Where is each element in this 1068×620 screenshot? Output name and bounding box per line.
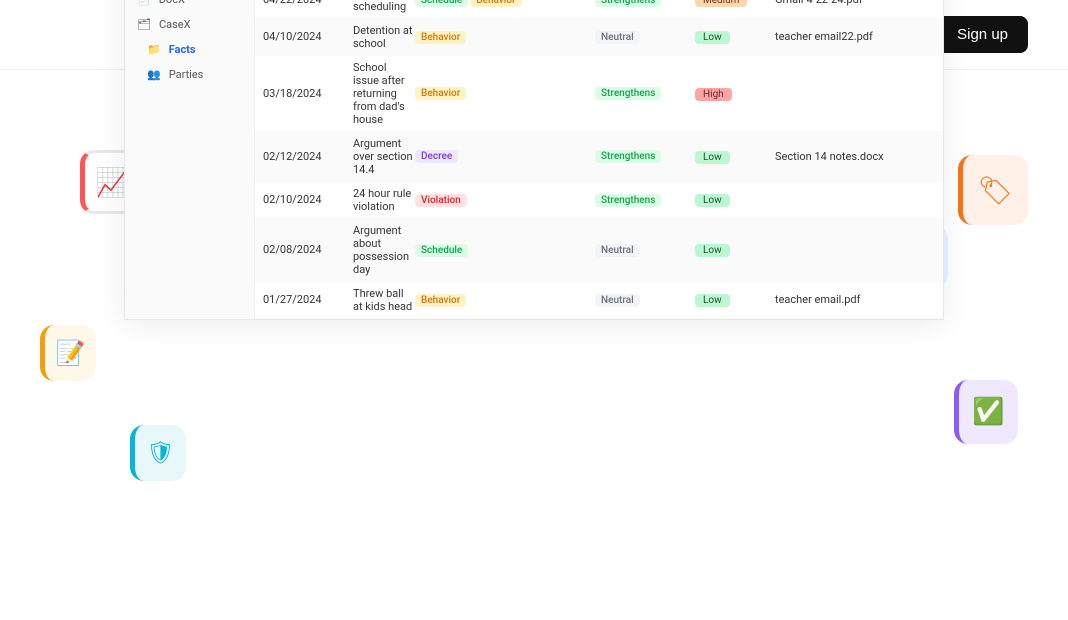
cell-sentiment: Strengthens	[595, 193, 695, 207]
table-row: 02/10/2024 24 hour rule violation Violat…	[255, 182, 943, 219]
cell-priority: Low	[695, 30, 775, 43]
cell-date: 02/08/2024	[263, 243, 353, 256]
cell-file: teacher email.pdf	[775, 293, 935, 306]
sidebar-label-casex: CaseX	[159, 18, 191, 31]
sidebar-item-casex[interactable]: 🗂 CaseX	[125, 12, 254, 37]
cell-title: School issue after returning from dad's …	[353, 61, 415, 126]
sidebar-label-facts: Facts	[169, 43, 196, 56]
cell-title: Detention at school	[353, 24, 415, 50]
cell-tags: Decree	[415, 149, 595, 163]
cell-file: teacher email22.pdf	[775, 30, 935, 43]
cell-priority: Low	[695, 293, 775, 306]
sidebar-label-docx: DocX	[159, 0, 185, 6]
db-layout: MENU 💬 MessageX 🔖 AdvisorX 📄 DocX 🗂 Case…	[125, 0, 943, 319]
cell-date: 04/22/2024	[263, 0, 353, 6]
cell-title: Threw ball at kids head	[353, 287, 415, 313]
table-row: 03/18/2024 School issue after returning …	[255, 56, 943, 132]
cell-tags: Behavior	[415, 86, 595, 100]
casex-icon: 🗂	[137, 18, 151, 31]
cell-priority: Low	[695, 193, 775, 206]
table-row: 04/10/2024 Detention at school Behavior …	[255, 19, 943, 56]
parties-icon: 👥	[147, 68, 161, 81]
tag-icon: 🏷	[978, 174, 1014, 207]
cell-priority: Low	[695, 243, 775, 256]
notepad-icon-widget: 📝	[40, 325, 96, 381]
cell-tags: ScheduleBehavior	[415, 0, 595, 7]
cell-title: Dispute over scheduling	[353, 0, 415, 13]
cell-file: Section 14 notes.docx	[775, 150, 935, 163]
cell-priority: Medium	[695, 0, 775, 6]
hero-section: 📈 📋 📝 🛡 🏷 💬 ✅ Co-Parenting with your ex …	[0, 70, 1068, 320]
cell-tags: Behavior	[415, 30, 595, 44]
cell-sentiment: Neutral	[595, 30, 695, 44]
shield-icon-widget: 🛡	[130, 425, 186, 481]
sidebar-item-facts[interactable]: 📁 Facts	[125, 37, 254, 62]
sidebar-item-docx[interactable]: 📄 DocX	[125, 0, 254, 12]
cell-sentiment: Neutral	[595, 293, 695, 307]
cell-date: 02/12/2024	[263, 150, 353, 163]
cell-title: Argument about possession day	[353, 224, 415, 276]
docx-icon: 📄	[137, 0, 151, 6]
table-row: 04/22/2024 Dispute over scheduling Sched…	[255, 0, 943, 19]
cell-file: Gmail-4-22-24.pdf	[775, 0, 935, 6]
db-main-content: Date Title Tags Sentiment Priority File …	[255, 0, 943, 319]
signup-button[interactable]: Sign up	[937, 16, 1028, 53]
cell-tags: Violation	[415, 193, 595, 207]
cell-sentiment: Strengthens	[595, 149, 695, 163]
cell-priority: High	[695, 87, 775, 100]
table-row: 02/12/2024 Argument over section 14.4 De…	[255, 132, 943, 182]
dashboard-preview: / 🗂 CaseX / 📄 Facts ⊞ Tags ☺ Sentiment ◎…	[124, 0, 944, 320]
cell-title: Argument over section 14.4	[353, 137, 415, 176]
cell-sentiment: Neutral	[595, 243, 695, 257]
cell-sentiment: Strengthens	[595, 0, 695, 7]
table-row: 02/08/2024 Argument about possession day…	[255, 219, 943, 282]
cell-tags: Schedule	[415, 243, 595, 257]
cell-date: 03/18/2024	[263, 87, 353, 100]
cell-sentiment: Strengthens	[595, 86, 695, 100]
notepad-icon: 📝	[56, 339, 86, 367]
cell-priority: Low	[695, 150, 775, 163]
cell-date: 04/10/2024	[263, 30, 353, 43]
sidebar-label-parties: Parties	[169, 68, 204, 81]
shield-icon: 🛡	[147, 441, 175, 466]
checklist-icon: ✅	[972, 397, 1004, 427]
checklist-icon-widget: ✅	[954, 380, 1018, 444]
sidebar: MENU 💬 MessageX 🔖 AdvisorX 📄 DocX 🗂 Case…	[125, 0, 255, 319]
table-row: 01/27/2024 Threw ball at kids head Behav…	[255, 282, 943, 319]
cell-date: 02/10/2024	[263, 193, 353, 206]
sidebar-item-parties[interactable]: 👥 Parties	[125, 62, 254, 87]
tag-icon-widget: 🏷	[958, 155, 1028, 225]
cell-date: 01/27/2024	[263, 293, 353, 306]
cell-title: 24 hour rule violation	[353, 187, 415, 213]
cell-tags: Behavior	[415, 293, 595, 307]
facts-icon: 📁	[147, 43, 161, 56]
